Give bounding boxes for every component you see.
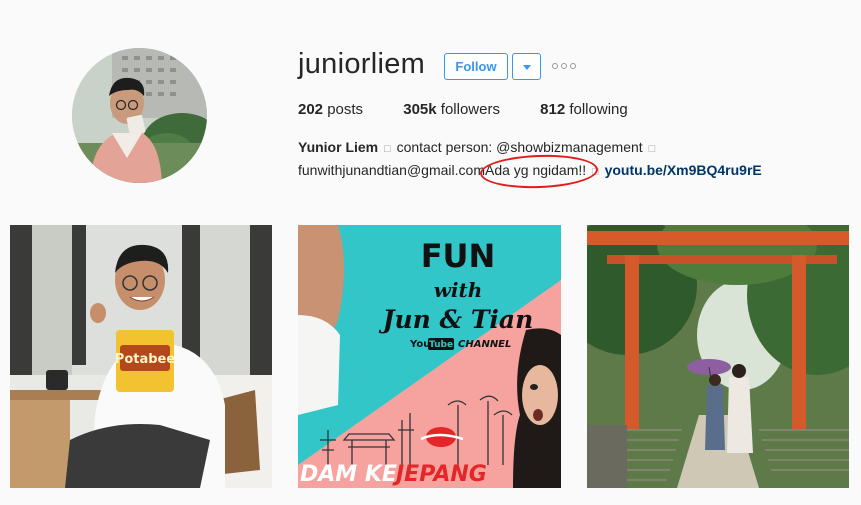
emoji-placeholder-icon: □ [648,143,656,155]
post-graphic-fun-with-jun-tian: FUN with Jun & Tian You Tube CHANNEL DAM… [298,225,561,488]
bio-highlight-text: Ada yg ngidam!! [484,162,587,178]
youtube-tube-text: Tube [429,340,453,350]
more-options-button[interactable] [552,60,578,72]
youtube-channel-text: CHANNEL [458,339,511,350]
banner-text-left: DAM KE [300,462,397,487]
post-thumbnail-2[interactable]: FUN with Jun & Tian You Tube CHANNEL DAM… [298,225,561,488]
banner-text-right: JEPANG [392,462,487,487]
follow-button[interactable]: Follow [444,53,508,80]
posts-label: posts [327,101,364,118]
followers-label: followers [440,101,500,118]
bio-line-1: Yunior Liem □ contact person: @showbizma… [298,137,762,160]
following-count: 812 [540,101,566,118]
bio-email: funwithjunandtian@gmail.com [298,162,485,178]
graphic-title-fun: FUN [421,237,496,275]
following-label: following [569,101,628,118]
caret-down-icon [523,65,531,70]
profile-stats: 202 posts 305k followers 812 following [298,101,664,118]
emoji-placeholder-icon: □ [384,143,391,155]
bio-contact-text: contact person: @showbizmanagement [396,139,643,155]
emoji-placeholder-icon: □ [592,166,599,178]
graphic-title-jun-tian: Jun & Tian [379,305,534,334]
suggested-dropdown-button[interactable] [512,53,541,80]
post-thumbnail-3[interactable] [587,225,849,488]
chip-bag-label: Potabee [115,352,176,367]
bio-line-2: funwithjunandtian@gmail.comAda yg ngidam… [298,152,762,191]
followers-stat[interactable]: 305k followers [403,101,500,118]
posts-count: 202 [298,101,324,118]
profile-avatar [72,48,207,183]
graphic-title-with: with [434,278,483,302]
youtube-you-text: You [409,339,430,350]
post-photo-torii-kimono [587,225,849,488]
posts-stat: 202 posts [298,101,363,118]
bio-website-link[interactable]: youtu.be/Xm9BQ4ru9rE [605,162,762,178]
avatar-photo [72,48,207,183]
followers-count: 305k [403,101,437,118]
post-photo-man-eating-chips: Potabee [10,225,272,488]
bio-highlight: Ada yg ngidam!! [479,152,599,191]
following-stat[interactable]: 812 following [540,101,628,118]
bio-full-name: Yunior Liem [298,139,379,155]
profile-username: juniorliem [298,48,426,80]
dot-icon [552,63,558,69]
post-thumbnail-1[interactable]: Potabee [10,225,272,488]
dot-icon [570,63,576,69]
profile-bio: Yunior Liem □ contact person: @showbizma… [298,137,762,191]
dot-icon [561,63,567,69]
